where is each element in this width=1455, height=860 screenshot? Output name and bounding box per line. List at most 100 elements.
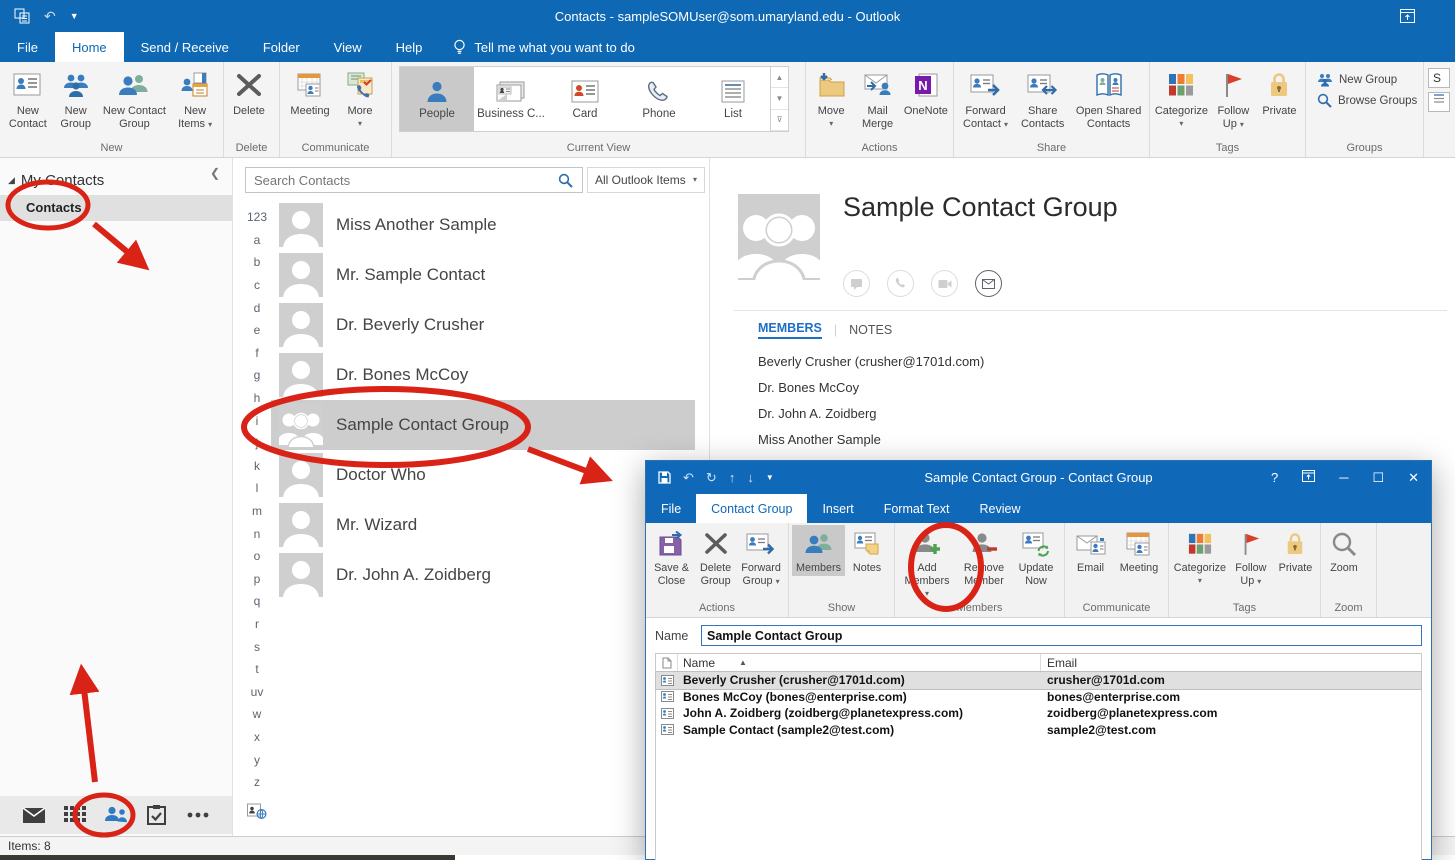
search-scope-dropdown[interactable]: All Outlook Items ▾ xyxy=(587,167,705,193)
close-icon[interactable]: ✕ xyxy=(1408,470,1419,486)
tell-me-box[interactable]: Tell me what you want to do xyxy=(439,32,648,62)
search-people-clipped-field[interactable]: S xyxy=(1428,68,1450,88)
down-arrow-icon[interactable]: ↓ xyxy=(747,470,754,485)
remove-member-button[interactable]: Remove Member xyxy=(956,525,1012,588)
alphabet-letter[interactable]: y xyxy=(254,748,260,771)
contact-row-selected[interactable]: Sample Contact Group xyxy=(271,400,695,450)
customize-qat-icon[interactable]: ▼ xyxy=(70,12,79,21)
alphabet-letter[interactable]: n xyxy=(254,522,261,545)
tab-notes[interactable]: NOTES xyxy=(849,323,892,337)
open-shared-contacts-button[interactable]: Open Shared Contacts xyxy=(1071,64,1146,132)
alphabet-letter[interactable]: b xyxy=(254,251,261,274)
column-header-email[interactable]: Email xyxy=(1041,656,1421,670)
contact-row[interactable]: Mr. Wizard xyxy=(271,500,695,550)
member-item[interactable]: Miss Another Sample xyxy=(758,432,984,447)
tab-members[interactable]: MEMBERS xyxy=(758,321,822,339)
dialog-meeting-button[interactable]: Meeting xyxy=(1113,525,1165,576)
view-card[interactable]: Card xyxy=(548,67,622,131)
my-contacts-header[interactable]: ◢ My Contacts xyxy=(0,158,232,195)
alphabet-letter[interactable]: m xyxy=(252,500,262,523)
clipped-icon-box[interactable] xyxy=(1428,92,1450,112)
alphabet-letter[interactable]: uv xyxy=(251,680,264,703)
people-nav-icon[interactable] xyxy=(99,800,133,830)
alphabet-letter[interactable]: r xyxy=(255,613,259,636)
outlook-app-icon[interactable] xyxy=(14,8,30,24)
alphabet-letter[interactable]: e xyxy=(254,319,261,342)
add-members-button[interactable]: Add Members ▾ xyxy=(898,525,956,601)
contact-row[interactable]: Dr. Bones McCoy xyxy=(271,350,695,400)
alphabet-letter[interactable]: 123 xyxy=(247,206,267,229)
alphabet-letter[interactable]: c xyxy=(254,274,260,297)
alphabet-letter[interactable]: o xyxy=(254,545,261,568)
onenote-button[interactable]: N OneNote xyxy=(902,64,950,119)
search-contacts-box[interactable] xyxy=(245,167,583,193)
member-table-row[interactable]: John A. Zoidberg (zoidberg@planetexpress… xyxy=(656,705,1421,722)
alphabet-letter[interactable]: s xyxy=(254,635,260,658)
header-doc-icon[interactable] xyxy=(656,654,678,671)
redo-icon[interactable]: ↻ xyxy=(706,470,717,486)
member-item[interactable]: Dr. Bones McCoy xyxy=(758,380,984,395)
video-action-icon[interactable] xyxy=(931,270,958,297)
gallery-scroll-up-icon[interactable]: ▲ xyxy=(771,67,788,88)
tab-view[interactable]: View xyxy=(317,32,379,62)
member-item[interactable]: Beverly Crusher (crusher@1701d.com) xyxy=(758,354,984,369)
view-phone[interactable]: Phone xyxy=(622,67,696,131)
meeting-button[interactable]: Meeting xyxy=(283,64,337,119)
view-business-card[interactable]: Business C... xyxy=(474,67,548,131)
maximize-icon[interactable]: ☐ xyxy=(1372,470,1384,486)
email-action-icon[interactable] xyxy=(975,270,1002,297)
alphabet-letter[interactable]: x xyxy=(254,726,260,749)
alphabet-letter[interactable]: h xyxy=(254,387,261,410)
member-table-row[interactable]: Sample Contact (sample2@test.com) sample… xyxy=(656,722,1421,739)
zoom-button[interactable]: Zoom xyxy=(1324,525,1364,576)
categorize-button[interactable]: Categorize ▾ xyxy=(1153,64,1210,129)
calendar-nav-icon[interactable] xyxy=(58,800,92,830)
group-name-input[interactable] xyxy=(701,625,1422,646)
dialog-tab-insert[interactable]: Insert xyxy=(807,494,868,523)
new-group-button[interactable]: New Group xyxy=(53,64,99,132)
tab-send-receive[interactable]: Send / Receive xyxy=(124,32,246,62)
dialog-categorize-button[interactable]: Categorize ▾ xyxy=(1172,525,1228,586)
help-icon[interactable]: ? xyxy=(1271,470,1278,486)
contact-row[interactable]: Doctor Who xyxy=(271,450,695,500)
alphabet-letter[interactable]: a xyxy=(254,229,261,252)
new-group-small-button[interactable]: New Group xyxy=(1309,70,1405,90)
alphabet-letter[interactable]: q xyxy=(254,590,261,613)
dialog-tab-contact-group[interactable]: Contact Group xyxy=(696,494,807,523)
email-button[interactable]: Email xyxy=(1068,525,1113,576)
mail-merge-button[interactable]: Mail Merge xyxy=(853,64,901,132)
alphabet-letter[interactable]: i xyxy=(256,409,259,432)
mail-nav-icon[interactable] xyxy=(17,800,51,830)
tab-folder[interactable]: Folder xyxy=(246,32,317,62)
notes-show-button[interactable]: Notes xyxy=(845,525,889,576)
contact-row[interactable]: Dr. Beverly Crusher xyxy=(271,300,695,350)
dialog-tab-file[interactable]: File xyxy=(646,494,696,523)
new-contact-group-button[interactable]: New Contact Group xyxy=(99,64,171,132)
search-contacts-input[interactable] xyxy=(246,173,549,188)
search-icon[interactable] xyxy=(549,173,582,188)
alphabet-letter[interactable]: d xyxy=(254,296,261,319)
private-button[interactable]: Private xyxy=(1257,64,1302,119)
alphabet-letter[interactable]: l xyxy=(256,477,259,500)
member-table-row[interactable]: Bones McCoy (bones@enterprise.com) bones… xyxy=(656,689,1421,706)
delete-button[interactable]: Delete xyxy=(227,64,271,119)
contact-globe-icon[interactable] xyxy=(247,799,267,822)
minimize-icon[interactable]: ─ xyxy=(1339,470,1348,486)
contact-row[interactable]: Miss Another Sample xyxy=(271,200,695,250)
tasks-nav-icon[interactable] xyxy=(140,800,174,830)
chat-action-icon[interactable] xyxy=(843,270,870,297)
save-icon[interactable] xyxy=(658,471,671,484)
tab-file[interactable]: File xyxy=(0,32,55,62)
dialog-follow-up-button[interactable]: Follow Up ▾ xyxy=(1228,525,1274,588)
browse-groups-button[interactable]: Browse Groups xyxy=(1309,90,1425,111)
tab-home[interactable]: Home xyxy=(55,32,124,62)
alphabet-letter[interactable]: j xyxy=(256,432,259,455)
new-contact-button[interactable]: New Contact xyxy=(3,64,53,132)
column-header-name[interactable]: Name ▲ xyxy=(678,654,1041,671)
more-button[interactable]: More ▾ xyxy=(337,64,383,129)
member-table-row[interactable]: Beverly Crusher (crusher@1701d.com) crus… xyxy=(656,672,1421,689)
undo-icon[interactable]: ↶ xyxy=(44,9,56,23)
forward-group-button[interactable]: Forward Group ▾ xyxy=(737,525,785,588)
alphabet-letter[interactable]: p xyxy=(254,568,261,591)
ribbon-display-options-icon[interactable] xyxy=(1302,470,1315,486)
